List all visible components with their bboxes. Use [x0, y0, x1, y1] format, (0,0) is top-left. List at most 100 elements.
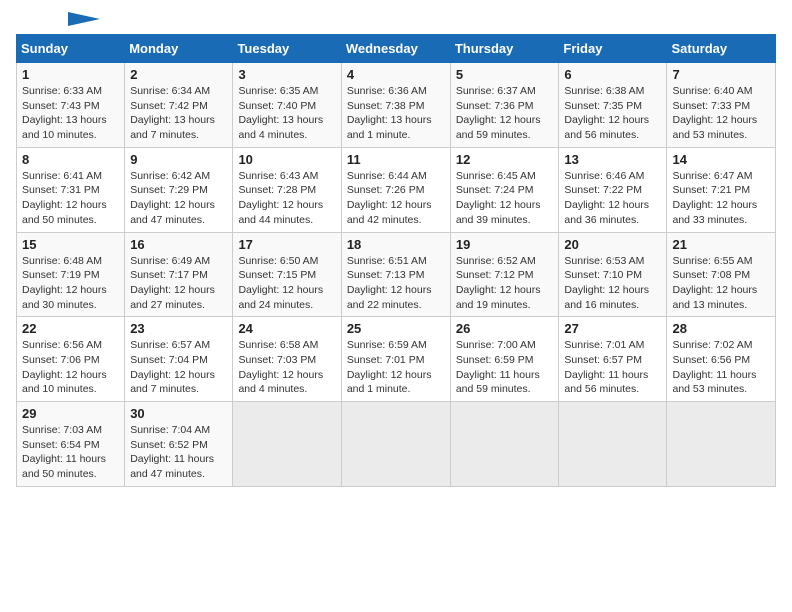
day-cell: 24Sunrise: 6:58 AM Sunset: 7:03 PM Dayli… [233, 317, 341, 402]
day-number: 29 [22, 406, 119, 421]
calendar-body: 1Sunrise: 6:33 AM Sunset: 7:43 PM Daylig… [17, 63, 776, 487]
day-number: 6 [564, 67, 661, 82]
week-row-1: 1Sunrise: 6:33 AM Sunset: 7:43 PM Daylig… [17, 63, 776, 148]
day-info: Sunrise: 6:40 AM Sunset: 7:33 PM Dayligh… [672, 84, 770, 143]
day-info: Sunrise: 6:33 AM Sunset: 7:43 PM Dayligh… [22, 84, 119, 143]
day-cell: 22Sunrise: 6:56 AM Sunset: 7:06 PM Dayli… [17, 317, 125, 402]
day-info: Sunrise: 6:53 AM Sunset: 7:10 PM Dayligh… [564, 254, 661, 313]
day-number: 19 [456, 237, 554, 252]
logo [16, 16, 100, 26]
day-cell: 11 Sunrise: 6:44 AM Sunset: 7:26 PM Dayli… [341, 147, 450, 232]
week-row-4: 22Sunrise: 6:56 AM Sunset: 7:06 PM Dayli… [17, 317, 776, 402]
day-number: 8 [22, 152, 119, 167]
day-cell [233, 402, 341, 487]
day-cell: 8 Sunrise: 6:41 AM Sunset: 7:31 PM Daylig… [17, 147, 125, 232]
day-cell [559, 402, 667, 487]
day-number: 10 [238, 152, 335, 167]
day-number: 24 [238, 321, 335, 336]
day-info: Sunrise: 6:59 AM Sunset: 7:01 PM Dayligh… [347, 338, 445, 397]
day-cell: 12 Sunrise: 6:45 AM Sunset: 7:24 PM Dayli… [450, 147, 559, 232]
day-info: Sunrise: 6:57 AM Sunset: 7:04 PM Dayligh… [130, 338, 227, 397]
day-info: Sunrise: 6:36 AM Sunset: 7:38 PM Dayligh… [347, 84, 445, 143]
day-cell: 29 Sunrise: 7:03 AM Sunset: 6:54 PM Dayli… [17, 402, 125, 487]
day-info: Sunrise: 6:41 AM Sunset: 7:31 PM Dayligh… [22, 169, 119, 228]
weekday-saturday: Saturday [667, 35, 776, 63]
day-info: Sunrise: 6:34 AM Sunset: 7:42 PM Dayligh… [130, 84, 227, 143]
day-info: Sunrise: 6:38 AM Sunset: 7:35 PM Dayligh… [564, 84, 661, 143]
day-cell: 20 Sunrise: 6:53 AM Sunset: 7:10 PM Dayli… [559, 232, 667, 317]
day-cell: 6 Sunrise: 6:38 AM Sunset: 7:35 PM Daylig… [559, 63, 667, 148]
day-number: 27 [564, 321, 661, 336]
weekday-thursday: Thursday [450, 35, 559, 63]
day-cell: 19 Sunrise: 6:52 AM Sunset: 7:12 PM Dayli… [450, 232, 559, 317]
day-info: Sunrise: 6:42 AM Sunset: 7:29 PM Dayligh… [130, 169, 227, 228]
day-info: Sunrise: 6:56 AM Sunset: 7:06 PM Dayligh… [22, 338, 119, 397]
day-number: 23 [130, 321, 227, 336]
day-info: Sunrise: 6:45 AM Sunset: 7:24 PM Dayligh… [456, 169, 554, 228]
day-number: 11 [347, 152, 445, 167]
day-cell: 3 Sunrise: 6:35 AM Sunset: 7:40 PM Daylig… [233, 63, 341, 148]
day-cell: 10 Sunrise: 6:43 AM Sunset: 7:28 PM Dayli… [233, 147, 341, 232]
logo-icon [68, 12, 100, 26]
day-cell: 2 Sunrise: 6:34 AM Sunset: 7:42 PM Daylig… [125, 63, 233, 148]
day-number: 3 [238, 67, 335, 82]
day-info: Sunrise: 6:37 AM Sunset: 7:36 PM Dayligh… [456, 84, 554, 143]
day-info: Sunrise: 7:00 AM Sunset: 6:59 PM Dayligh… [456, 338, 554, 397]
day-cell: 15Sunrise: 6:48 AM Sunset: 7:19 PM Dayli… [17, 232, 125, 317]
day-cell: 30 Sunrise: 7:04 AM Sunset: 6:52 PM Dayli… [125, 402, 233, 487]
day-number: 2 [130, 67, 227, 82]
calendar-table: SundayMondayTuesdayWednesdayThursdayFrid… [16, 34, 776, 487]
day-info: Sunrise: 6:49 AM Sunset: 7:17 PM Dayligh… [130, 254, 227, 313]
weekday-friday: Friday [559, 35, 667, 63]
day-info: Sunrise: 7:04 AM Sunset: 6:52 PM Dayligh… [130, 423, 227, 482]
day-cell [667, 402, 776, 487]
day-number: 12 [456, 152, 554, 167]
day-number: 20 [564, 237, 661, 252]
day-info: Sunrise: 7:03 AM Sunset: 6:54 PM Dayligh… [22, 423, 119, 482]
day-info: Sunrise: 6:46 AM Sunset: 7:22 PM Dayligh… [564, 169, 661, 228]
day-number: 13 [564, 152, 661, 167]
page-header [16, 16, 776, 26]
day-cell: 18Sunrise: 6:51 AM Sunset: 7:13 PM Dayli… [341, 232, 450, 317]
day-cell: 16 Sunrise: 6:49 AM Sunset: 7:17 PM Dayli… [125, 232, 233, 317]
day-info: Sunrise: 6:44 AM Sunset: 7:26 PM Dayligh… [347, 169, 445, 228]
day-cell: 21 Sunrise: 6:55 AM Sunset: 7:08 PM Dayli… [667, 232, 776, 317]
day-info: Sunrise: 6:52 AM Sunset: 7:12 PM Dayligh… [456, 254, 554, 313]
day-cell [450, 402, 559, 487]
day-cell: 26Sunrise: 7:00 AM Sunset: 6:59 PM Dayli… [450, 317, 559, 402]
week-row-3: 15Sunrise: 6:48 AM Sunset: 7:19 PM Dayli… [17, 232, 776, 317]
day-cell: 13 Sunrise: 6:46 AM Sunset: 7:22 PM Dayli… [559, 147, 667, 232]
day-cell: 4 Sunrise: 6:36 AM Sunset: 7:38 PM Daylig… [341, 63, 450, 148]
day-info: Sunrise: 6:55 AM Sunset: 7:08 PM Dayligh… [672, 254, 770, 313]
day-cell: 14Sunrise: 6:47 AM Sunset: 7:21 PM Dayli… [667, 147, 776, 232]
day-number: 21 [672, 237, 770, 252]
weekday-sunday: Sunday [17, 35, 125, 63]
day-number: 25 [347, 321, 445, 336]
day-number: 18 [347, 237, 445, 252]
day-number: 4 [347, 67, 445, 82]
day-cell: 27Sunrise: 7:01 AM Sunset: 6:57 PM Dayli… [559, 317, 667, 402]
day-number: 15 [22, 237, 119, 252]
day-cell: 25 Sunrise: 6:59 AM Sunset: 7:01 PM Dayli… [341, 317, 450, 402]
day-number: 28 [672, 321, 770, 336]
day-info: Sunrise: 6:35 AM Sunset: 7:40 PM Dayligh… [238, 84, 335, 143]
day-cell: 7 Sunrise: 6:40 AM Sunset: 7:33 PM Daylig… [667, 63, 776, 148]
day-info: Sunrise: 6:43 AM Sunset: 7:28 PM Dayligh… [238, 169, 335, 228]
week-row-5: 29 Sunrise: 7:03 AM Sunset: 6:54 PM Dayli… [17, 402, 776, 487]
day-cell: 9Sunrise: 6:42 AM Sunset: 7:29 PM Daylig… [125, 147, 233, 232]
day-cell: 17Sunrise: 6:50 AM Sunset: 7:15 PM Dayli… [233, 232, 341, 317]
day-number: 7 [672, 67, 770, 82]
day-cell: 28Sunrise: 7:02 AM Sunset: 6:56 PM Dayli… [667, 317, 776, 402]
day-cell: 23 Sunrise: 6:57 AM Sunset: 7:04 PM Dayli… [125, 317, 233, 402]
day-number: 16 [130, 237, 227, 252]
day-cell: 5 Sunrise: 6:37 AM Sunset: 7:36 PM Daylig… [450, 63, 559, 148]
day-info: Sunrise: 6:50 AM Sunset: 7:15 PM Dayligh… [238, 254, 335, 313]
day-cell [341, 402, 450, 487]
weekday-wednesday: Wednesday [341, 35, 450, 63]
day-cell: 1Sunrise: 6:33 AM Sunset: 7:43 PM Daylig… [17, 63, 125, 148]
week-row-2: 8 Sunrise: 6:41 AM Sunset: 7:31 PM Daylig… [17, 147, 776, 232]
weekday-header-row: SundayMondayTuesdayWednesdayThursdayFrid… [17, 35, 776, 63]
day-number: 30 [130, 406, 227, 421]
day-number: 5 [456, 67, 554, 82]
day-info: Sunrise: 6:47 AM Sunset: 7:21 PM Dayligh… [672, 169, 770, 228]
